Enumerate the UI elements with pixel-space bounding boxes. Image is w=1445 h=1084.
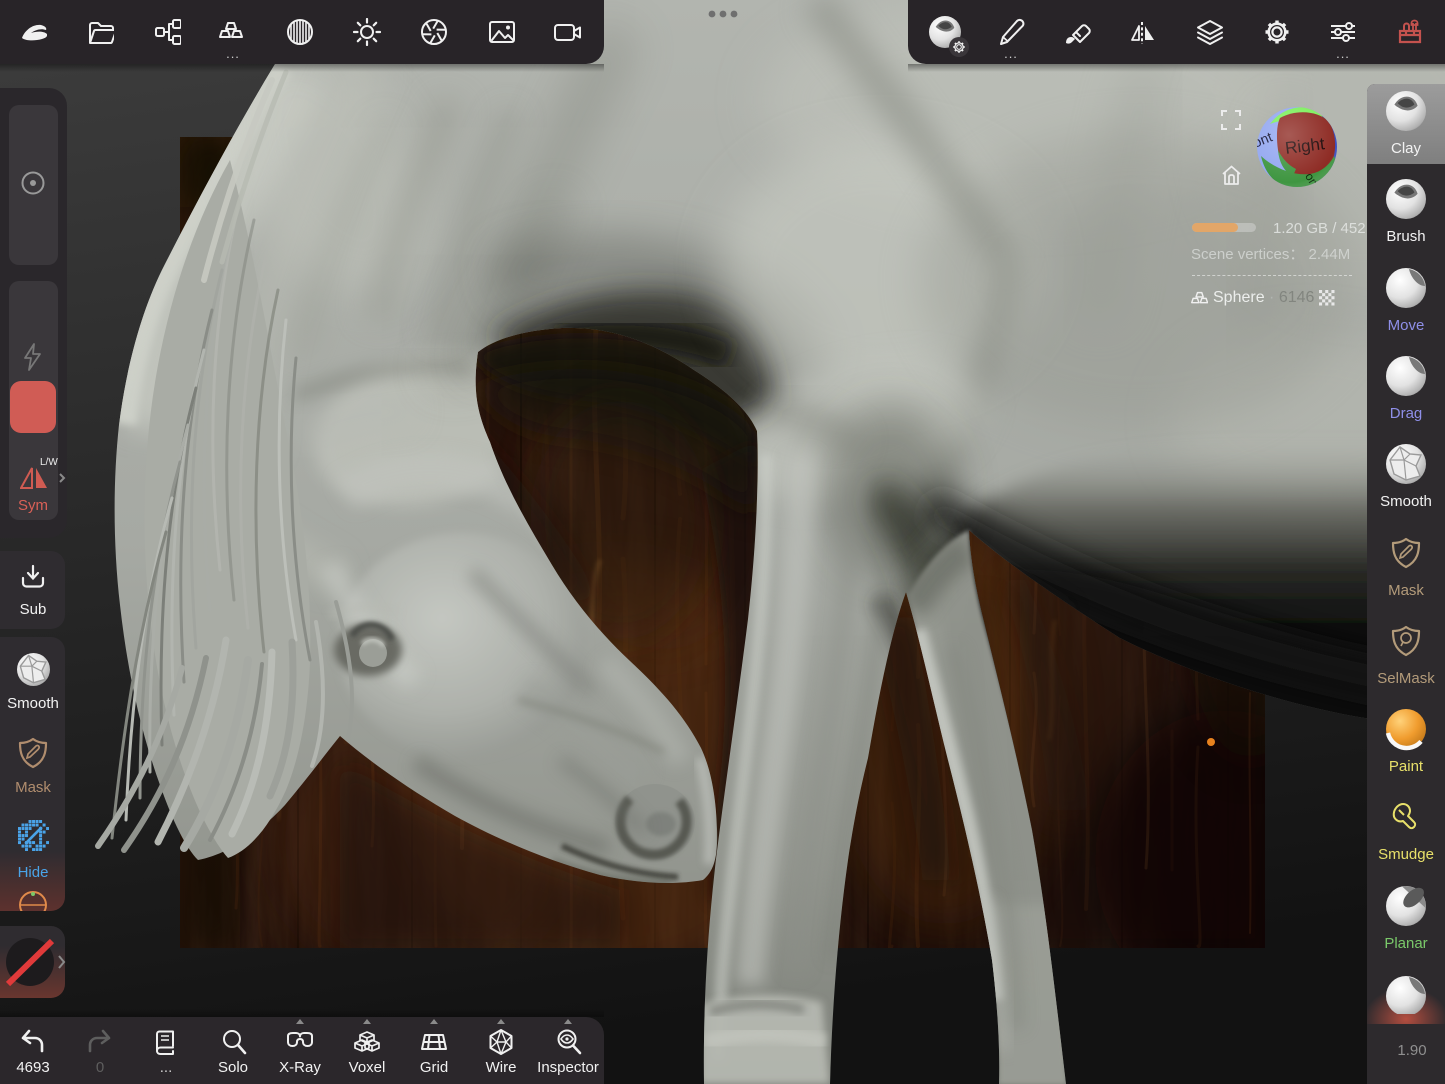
svg-text:L/W: L/W (40, 457, 58, 468)
